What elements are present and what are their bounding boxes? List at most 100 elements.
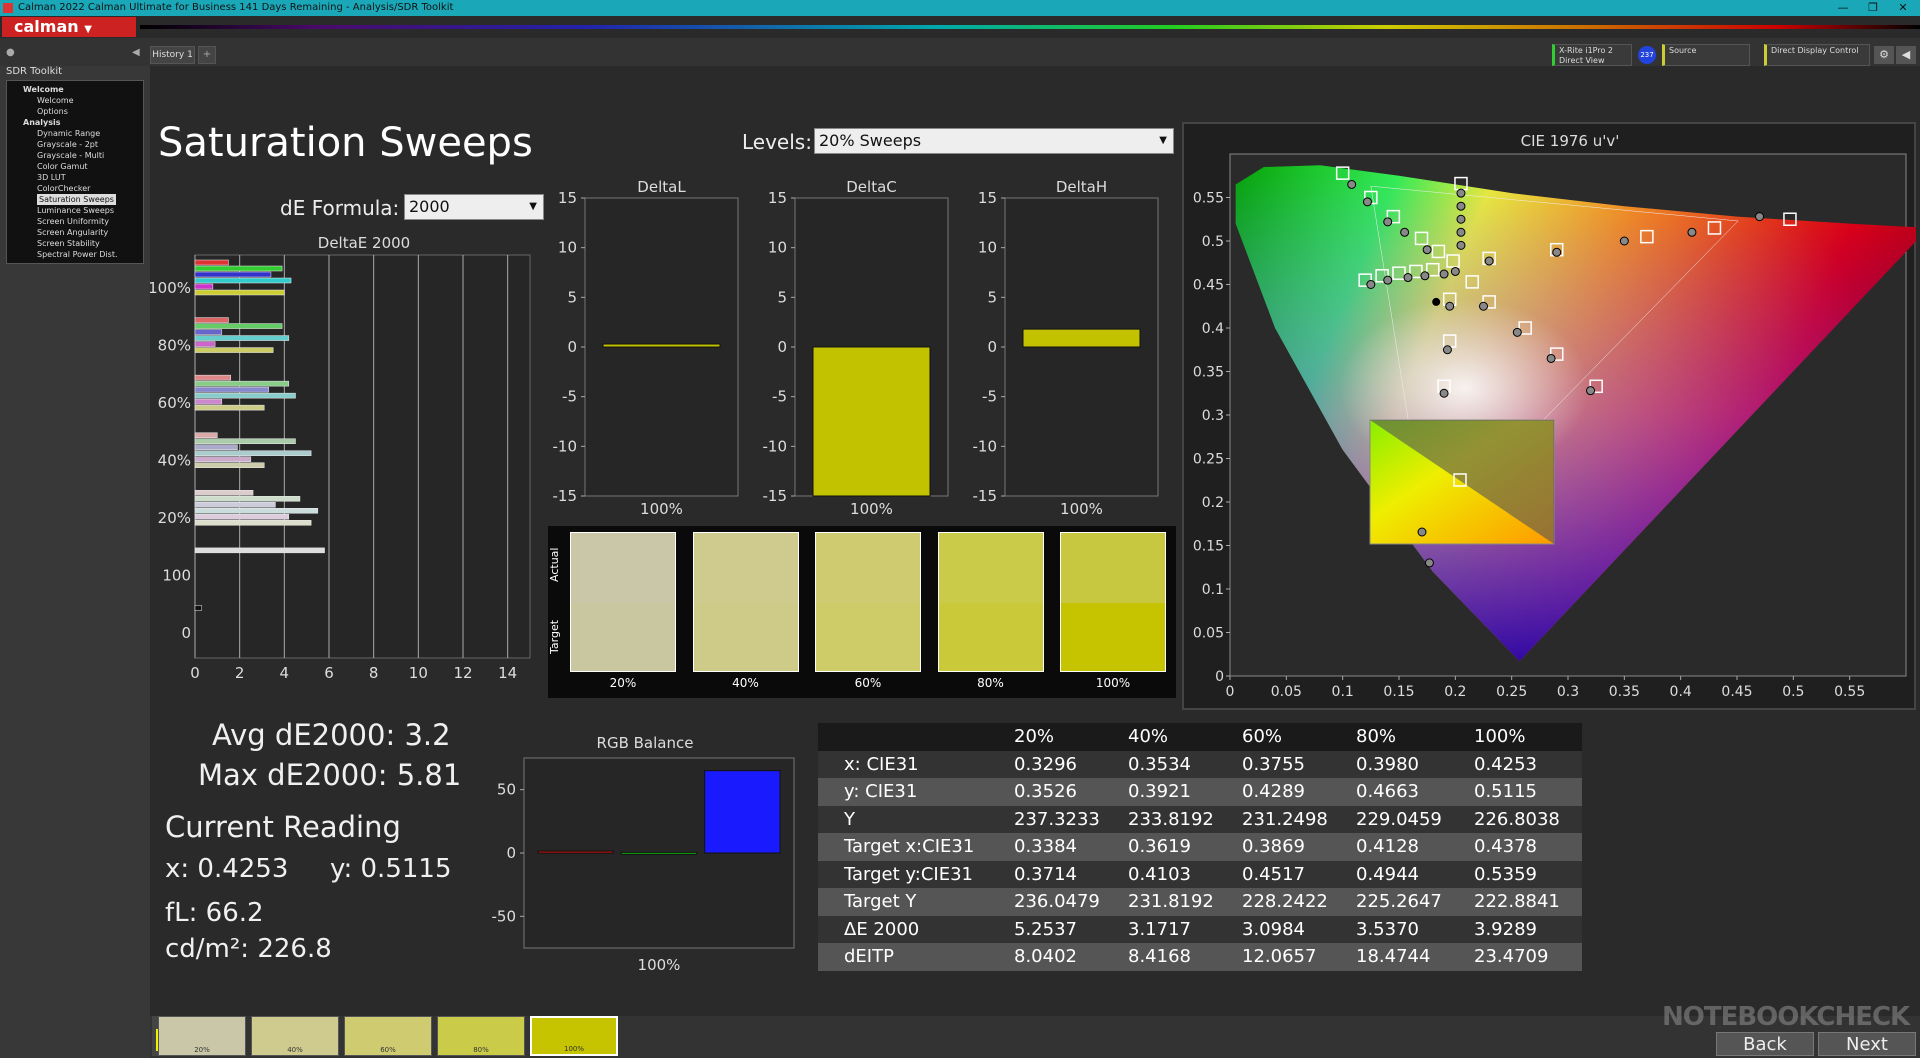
levels-dropdown[interactable]: 20% Sweeps ▼ bbox=[814, 128, 1174, 154]
bottom-swatch[interactable]: 20% bbox=[158, 1016, 246, 1056]
maximize-button[interactable]: ❐ bbox=[1858, 0, 1888, 16]
delta-xlabel: 100% bbox=[850, 500, 893, 518]
table-row: Target Y 236.0479 231.8192 228.2422 225.2647… bbox=[818, 888, 1582, 916]
cie-inset-point bbox=[1417, 527, 1427, 537]
bottom-swatch[interactable]: 60% bbox=[344, 1016, 432, 1056]
table-cell: 3.9289 bbox=[1474, 918, 1537, 940]
table-cell: 0.3980 bbox=[1356, 753, 1419, 775]
actual-swatch bbox=[938, 533, 1043, 603]
table-cell: 0.4944 bbox=[1356, 863, 1419, 885]
sidebar-item[interactable]: Analysis bbox=[13, 117, 143, 128]
current-cdm: cd/m²: 226.8 bbox=[165, 934, 332, 964]
sidebar-item[interactable]: Luminance Sweeps bbox=[13, 205, 143, 216]
table-cell: 222.8841 bbox=[1474, 891, 1560, 912]
table-cell: dEITP bbox=[844, 946, 894, 967]
calman-logo[interactable]: calman ▼ bbox=[2, 17, 136, 37]
swatch-label: 60% bbox=[854, 676, 882, 690]
table-cell: 0.4289 bbox=[1242, 781, 1305, 802]
next-button[interactable]: Next bbox=[1818, 1032, 1916, 1056]
levels-label: Levels: bbox=[742, 130, 812, 154]
table-cell: 0.4517 bbox=[1242, 863, 1305, 885]
table-cell: 236.0479 bbox=[1014, 891, 1100, 912]
delta-lch-charts: DeltaL 15 10 5 0 -5 -10 -15 100% DeltaC 15 10 5 0 -5 -1… bbox=[553, 178, 1159, 518]
table-cell: 3.0984 bbox=[1242, 918, 1305, 940]
table-row: Target x:CIE31 0.3384 0.3619 0.3869 0.4128 0.… bbox=[818, 833, 1582, 861]
sidebar-item[interactable]: Dynamic Range bbox=[13, 128, 143, 139]
cie-measured-point bbox=[1619, 236, 1629, 246]
cie-xtick: 0 bbox=[1226, 684, 1235, 700]
display-selector[interactable]: Direct Display Control bbox=[1764, 44, 1870, 66]
deltae-bar bbox=[194, 323, 283, 329]
bottom-swatch[interactable]: 100% bbox=[530, 1016, 618, 1056]
delta-chart-title: DeltaC bbox=[846, 178, 897, 196]
deltae-xtick: 6 bbox=[324, 664, 334, 682]
sidebar-item[interactable]: Screen Angularity bbox=[13, 227, 143, 238]
de-formula-dropdown[interactable]: 2000 ▼ bbox=[404, 194, 544, 220]
sidebar-item[interactable]: Color Gamut bbox=[13, 161, 143, 172]
cie-measured-point bbox=[1445, 301, 1455, 311]
collapse-arrow-icon[interactable]: ◀ bbox=[1896, 46, 1916, 64]
deltae-bar bbox=[194, 432, 218, 438]
delta-ytick: 10 bbox=[768, 239, 787, 257]
workflow-tree[interactable]: Welcome Welcome Options Analysis Dynamic Ran… bbox=[6, 80, 144, 264]
table-cell: 0.3296 bbox=[1014, 753, 1077, 775]
delta-ytick: 10 bbox=[558, 239, 577, 257]
cie-xtick: 0.55 bbox=[1834, 684, 1865, 700]
table-cell: 231.8192 bbox=[1128, 891, 1214, 912]
sidebar-item[interactable]: Saturation Sweeps bbox=[13, 194, 143, 205]
meter-name: X-Rite i1Pro 2 bbox=[1559, 46, 1613, 55]
cie-measured-point bbox=[1403, 273, 1413, 283]
tab-history-1[interactable]: History 1 bbox=[150, 46, 195, 64]
sidebar-collapse-icon[interactable]: ◀ bbox=[132, 47, 140, 58]
table-row: x: CIE31 0.3296 0.3534 0.3755 0.3980 0.4253 bbox=[818, 750, 1582, 778]
back-button[interactable]: Back bbox=[1716, 1032, 1814, 1056]
delta-ytick: 0 bbox=[777, 338, 787, 356]
deltae-bar bbox=[194, 335, 290, 341]
table-cell: 0.5115 bbox=[1474, 781, 1537, 802]
sidebar-item[interactable]: ColorChecker bbox=[13, 183, 143, 194]
sidebar-item[interactable]: Welcome bbox=[13, 84, 143, 95]
top-toolbar bbox=[0, 38, 1920, 66]
meter-selector[interactable]: X-Rite i1Pro 2 Direct View bbox=[1552, 44, 1632, 66]
deltae-bar bbox=[194, 438, 296, 444]
cie-measured-point bbox=[1450, 266, 1460, 276]
sidebar-pin-icon[interactable]: ● bbox=[6, 47, 15, 58]
meter-badge[interactable]: 237 bbox=[1638, 46, 1656, 64]
sidebar-item[interactable]: Options bbox=[13, 106, 143, 117]
swatch-label: 40% bbox=[732, 676, 759, 690]
bottom-swatch[interactable]: 80% bbox=[437, 1016, 525, 1056]
cie-ytick: 0.15 bbox=[1193, 539, 1224, 555]
table-header-cell: 100% bbox=[1474, 726, 1526, 747]
settings-gear-icon[interactable]: ⚙ bbox=[1874, 46, 1894, 64]
table-header-cell: 20% bbox=[1014, 726, 1055, 747]
bottom-swatch[interactable]: 40% bbox=[251, 1016, 339, 1056]
delta-ytick: -5 bbox=[772, 388, 787, 406]
table-header-cell: 80% bbox=[1356, 726, 1397, 747]
target-swatch bbox=[938, 603, 1043, 671]
sidebar-item[interactable]: Spectral Power Dist. bbox=[13, 249, 143, 260]
deltae-ylabel: 100 bbox=[162, 567, 191, 585]
deltae-bar bbox=[194, 605, 202, 611]
delta-ytick: 5 bbox=[777, 288, 787, 306]
swatch-pair bbox=[570, 532, 676, 672]
cie-measured-point bbox=[1512, 327, 1522, 337]
sidebar-item[interactable]: Grayscale - 2pt bbox=[13, 139, 143, 150]
cie-measured-point bbox=[1422, 245, 1432, 255]
rgb-ytick: -50 bbox=[492, 907, 517, 925]
sidebar-item-label: Grayscale - Multi bbox=[37, 151, 105, 160]
table-cell: 5.2537 bbox=[1014, 918, 1077, 940]
close-button[interactable]: ✕ bbox=[1888, 0, 1918, 16]
sidebar-item[interactable]: Grayscale - Multi bbox=[13, 150, 143, 161]
minimize-button[interactable]: — bbox=[1828, 0, 1858, 16]
chevron-down-icon: ▼ bbox=[1159, 135, 1167, 146]
source-selector[interactable]: Source bbox=[1662, 44, 1750, 66]
sidebar-item[interactable]: Screen Uniformity bbox=[13, 216, 143, 227]
sidebar-item[interactable]: 3D LUT bbox=[13, 172, 143, 183]
sidebar-item[interactable]: Welcome bbox=[13, 95, 143, 106]
add-tab-button[interactable]: + bbox=[198, 46, 216, 64]
deltae-bar bbox=[194, 508, 319, 514]
table-cell: 225.2647 bbox=[1356, 891, 1442, 912]
cie-ytick: 0.1 bbox=[1202, 582, 1224, 598]
delta-ytick: 10 bbox=[978, 239, 997, 257]
sidebar-item[interactable]: Screen Stability bbox=[13, 238, 143, 249]
